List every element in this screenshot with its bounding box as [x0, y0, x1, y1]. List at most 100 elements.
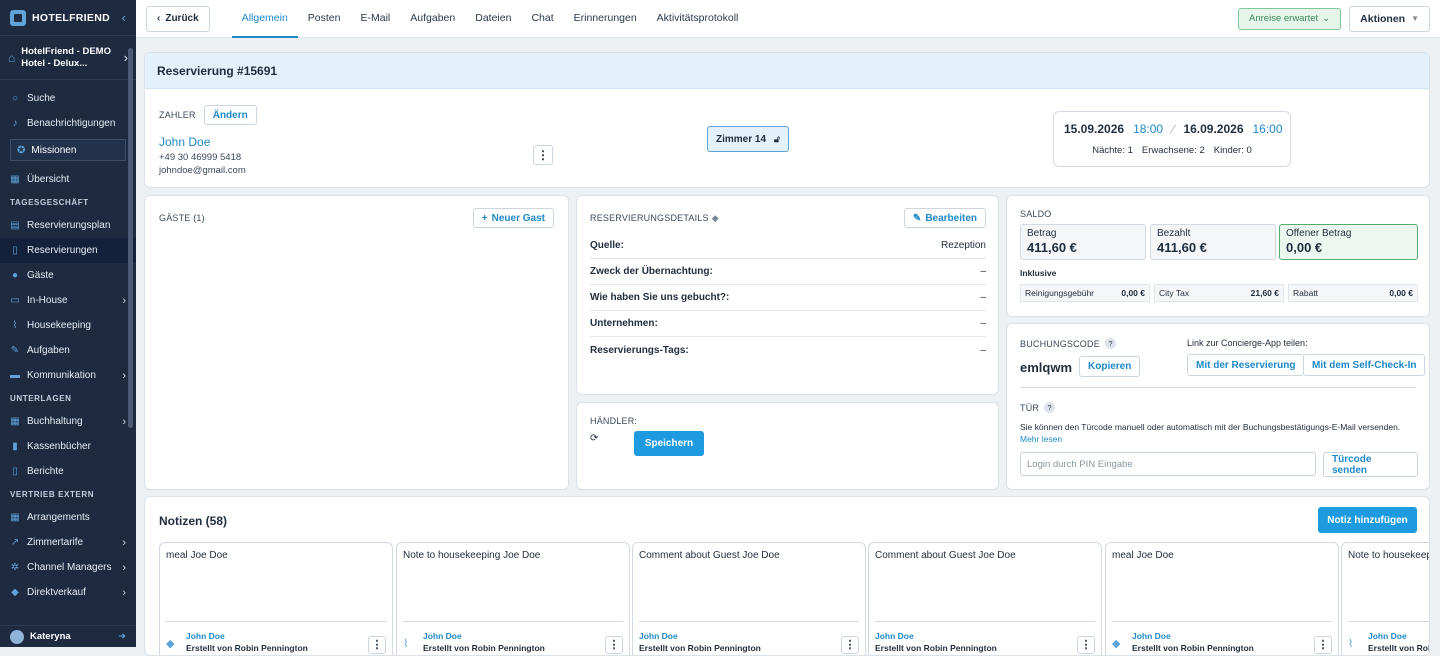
status-label: Anreise erwartet	[1249, 13, 1319, 24]
sidebar-scrollbar[interactable]	[128, 48, 133, 428]
missions-button[interactable]: ✪ Missionen	[10, 139, 126, 161]
amount-label: Betrag	[1027, 228, 1057, 239]
sidebar-item-search[interactable]: ○ Suche	[0, 86, 136, 111]
new-guest-button[interactable]: + Neuer Gast	[472, 208, 554, 228]
details-row-booking-channel: Wie haben Sie uns gebucht?: –	[590, 285, 986, 311]
read-more-link[interactable]: Mehr lesen	[1020, 434, 1062, 444]
edit-label: Bearbeiten	[925, 212, 977, 224]
note-guest[interactable]: John Doe	[875, 631, 997, 641]
sidebar-item-accounting[interactable]: ▦ Buchhaltung ›	[0, 409, 136, 434]
collapse-sidebar-icon[interactable]: ‹	[122, 10, 126, 25]
payer-menu-button[interactable]: ⋮	[533, 145, 553, 165]
notes-card: Notizen (58) Notiz hinzufügen meal Joe D…	[144, 496, 1430, 656]
sidebar-item-arrangements[interactable]: ▦ Arrangements	[0, 505, 136, 530]
departure-time: 16:00	[1252, 122, 1283, 136]
sidebar-item-reservation-plan[interactable]: ▤ Reservierungsplan	[0, 213, 136, 238]
arrival-time: 18:00	[1133, 122, 1164, 136]
actions-label: Aktionen	[1360, 12, 1406, 25]
note-text: Note to housekeeping Joe Doe	[1348, 550, 1429, 561]
note-guest[interactable]: John Doe	[639, 631, 761, 641]
sidebar-item-cashbooks[interactable]: ▮ Kassenbücher	[0, 434, 136, 459]
actions-dropdown[interactable]: Aktionen ▼	[1349, 5, 1430, 32]
sidebar-item-label: Kommunikation	[27, 370, 96, 381]
payer-name[interactable]: John Doe	[159, 135, 257, 149]
note-card[interactable]: Comment about Guest Joe Doe John Doe Erst…	[632, 542, 866, 655]
sidebar-item-label: Arrangements	[27, 512, 90, 523]
logout-icon[interactable]: ➜	[118, 631, 126, 642]
date-separator: ⁄	[1172, 121, 1175, 137]
room-badge[interactable]: Zimmer 14 🔓︎	[707, 126, 789, 152]
details-row-company: Unternehmen: –	[590, 311, 986, 337]
note-menu-button[interactable]: ⋮	[841, 636, 859, 654]
tab-activity-log[interactable]: Aktivitätsprotokoll	[647, 0, 749, 38]
home-icon: ⌂	[8, 50, 16, 65]
note-card[interactable]: Note to housekeeping Joe Doe ⌇ John Doe Er…	[396, 542, 630, 655]
help-icon[interactable]: ?	[1104, 338, 1116, 349]
tab-general[interactable]: Allgemein	[231, 0, 298, 38]
children-count: Kinder: 0	[1213, 145, 1252, 156]
sidebar-item-housekeeping[interactable]: ⌇ Housekeeping	[0, 313, 136, 338]
sidebar-item-reports[interactable]: ▯ Berichte	[0, 459, 136, 484]
tab-chat[interactable]: Chat	[521, 0, 563, 38]
note-guest[interactable]: John Doe	[423, 631, 545, 641]
sidebar-item-room-rates[interactable]: ↗ Zimmertarife ›	[0, 530, 136, 555]
note-card[interactable]: meal Joe Doe ◆ John Doe Erstellt von Robin…	[159, 542, 393, 655]
note-menu-button[interactable]: ⋮	[605, 636, 623, 654]
pin-input[interactable]: Login durch PIN Eingabe	[1020, 452, 1316, 476]
sidebar-item-in-house[interactable]: ▭ In-House ›	[0, 288, 136, 313]
save-dealer-button[interactable]: Speichern	[634, 431, 704, 456]
send-door-code-button[interactable]: Türcode senden	[1323, 452, 1418, 477]
note-card[interactable]: Note to housekeeping Joe Doe ⌇ John Doe Er…	[1341, 542, 1429, 655]
note-guest[interactable]: John Doe	[1132, 631, 1254, 641]
share-with-checkin-button[interactable]: Mit dem Self-Check-In	[1303, 354, 1426, 376]
tab-items[interactable]: Posten	[298, 0, 351, 38]
sidebar-item-label: Direktverkauf	[27, 587, 86, 598]
back-button[interactable]: ‹ Zurück	[146, 5, 210, 32]
tab-email[interactable]: E-Mail	[351, 0, 401, 38]
nights-count: Nächte: 1	[1092, 145, 1133, 156]
sidebar-item-label: Channel Managers	[27, 562, 112, 573]
stay-dates-box[interactable]: 15.09.2026 18:00 ⁄ 16.09.2026 16:00 Näch…	[1053, 111, 1291, 167]
note-card[interactable]: Comment about Guest Joe Doe John Doe Erst…	[868, 542, 1102, 655]
refresh-icon[interactable]: ⟳	[590, 433, 598, 444]
note-card[interactable]: meal Joe Doe ◆ John Doe Erstellt von Robin…	[1105, 542, 1339, 655]
sidebar-item-communication[interactable]: ▬ Kommunikation ›	[0, 363, 136, 388]
hotel-switcher[interactable]: ⌂ HotelFriend - DEMO Hotel - Delux... ›	[0, 36, 136, 80]
sidebar-item-label: Zimmertarife	[27, 537, 84, 548]
note-menu-button[interactable]: ⋮	[368, 636, 386, 654]
edit-details-button[interactable]: ✎ Bearbeiten	[903, 208, 986, 228]
help-icon[interactable]: ?	[1044, 402, 1056, 413]
note-menu-button[interactable]: ⋮	[1077, 636, 1095, 654]
sidebar-item-channel-managers[interactable]: ✲ Channel Managers ›	[0, 555, 136, 580]
sidebar-item-guests[interactable]: ● Gäste	[0, 263, 136, 288]
pencil-icon: ✎	[912, 212, 922, 224]
user-profile[interactable]: Kateryna ➜	[0, 625, 136, 647]
sidebar-item-label: In-House	[27, 295, 68, 306]
book-icon: ▮	[12, 440, 18, 452]
sidebar-item-notifications[interactable]: ♪ Benachrichtigungen	[0, 111, 136, 136]
tab-files[interactable]: Dateien	[465, 0, 521, 38]
sidebar-item-reservations[interactable]: ▯ Reservierungen	[0, 238, 136, 263]
sidebar-item-tasks[interactable]: ✎ Aufgaben	[0, 338, 136, 363]
tab-tasks[interactable]: Aufgaben	[400, 0, 465, 38]
guests-title: GÄSTE (1)	[159, 213, 205, 223]
open-amount-box: Offener Betrag 0,00 €	[1279, 224, 1418, 260]
status-dropdown[interactable]: Anreise erwartet ⌄	[1238, 7, 1342, 30]
sidebar-item-direct-sales[interactable]: ◆ Direktverkauf ›	[0, 580, 136, 605]
payer-label: ZAHLER	[159, 110, 196, 120]
note-guest[interactable]: John Doe	[1368, 631, 1429, 641]
share-with-reservation-button[interactable]: Mit der Reservierung	[1187, 354, 1305, 376]
add-note-button[interactable]: Notiz hinzufügen	[1318, 507, 1417, 533]
grid-icon: ▦	[10, 415, 20, 427]
note-menu-button[interactable]: ⋮	[1314, 636, 1332, 654]
fee-cleaning: Reinigungsgebühr 0,00 €	[1020, 284, 1150, 302]
change-payer-button[interactable]: Ändern	[203, 105, 257, 125]
missions-label: Missionen	[31, 144, 77, 156]
note-guest[interactable]: John Doe	[186, 631, 308, 641]
sidebar-item-overview[interactable]: ▦ Übersicht	[0, 167, 136, 192]
details-row-tags: Reservierungs-Tags: –	[590, 337, 986, 363]
booking-code-header: BUCHUNGSCODE ?	[1020, 338, 1116, 349]
copy-code-button[interactable]: Kopieren	[1079, 356, 1141, 377]
tab-reminders[interactable]: Erinnerungen	[564, 0, 647, 38]
chevron-right-icon: ›	[122, 415, 126, 428]
